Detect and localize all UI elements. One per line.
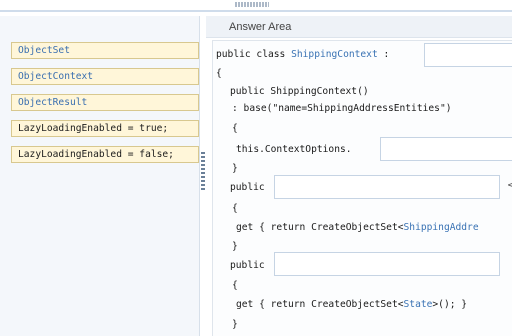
code-line-base-call: : base("name=ShippingAddressEntities"): [232, 103, 452, 115]
dropzone-property-type-2[interactable]: [274, 252, 500, 276]
code-text: ): [445, 103, 452, 114]
code-type: ShippingContext: [291, 49, 378, 60]
code-line-constructor: public ShippingContext(): [230, 86, 369, 97]
code-text: public class: [216, 49, 292, 60]
code-text: :: [377, 49, 390, 60]
code-editor: public class ShippingContext : { public …: [212, 40, 512, 336]
code-line-public-1: public: [230, 182, 265, 193]
code-text: get { return CreateObjectSet<: [236, 299, 404, 310]
dropzone-context-options[interactable]: [380, 137, 512, 161]
answer-area-title: Answer Area: [206, 16, 512, 38]
panel-splitter-grip[interactable]: [201, 152, 205, 190]
code-string: "name=ShippingAddressEntities": [272, 103, 446, 114]
option-objectresult[interactable]: ObjectResult: [11, 94, 199, 111]
code-type: ShippingAddre: [403, 222, 479, 233]
dropzone-property-type-1[interactable]: [274, 175, 500, 199]
option-lazyloading-false[interactable]: LazyLoadingEnabled = false;: [11, 146, 199, 163]
code-line: {: [216, 68, 222, 79]
top-resize-grip[interactable]: [235, 2, 269, 7]
top-divider: [0, 10, 512, 12]
code-text: get { return CreateObjectSet<: [236, 222, 404, 233]
property-name-arrow: <: [507, 180, 512, 191]
code-line: }: [232, 163, 238, 174]
answer-area: Answer Area public class ShippingContext…: [206, 16, 512, 336]
option-objectset[interactable]: ObjectSet: [11, 42, 199, 59]
code-line-getter-2: get { return CreateObjectSet<State>(); }: [236, 299, 467, 311]
dropzone-base-class[interactable]: [424, 43, 512, 67]
code-type: State: [403, 299, 433, 310]
code-line: {: [232, 203, 238, 214]
code-line: {: [232, 123, 238, 134]
code-line-public-2: public: [230, 260, 265, 271]
option-objectcontext[interactable]: ObjectContext: [11, 68, 199, 85]
code-text: >(); }: [432, 299, 468, 310]
code-line-context-options: this.ContextOptions.: [236, 144, 352, 155]
code-text: : base(: [232, 103, 273, 114]
code-line: {: [232, 280, 238, 291]
code-line: }: [232, 241, 238, 252]
options-panel: ObjectSet ObjectContext ObjectResult Laz…: [0, 16, 200, 336]
code-line-getter-1: get { return CreateObjectSet<ShippingAdd…: [236, 222, 479, 234]
option-lazyloading-true[interactable]: LazyLoadingEnabled = true;: [11, 120, 199, 137]
code-line-class-decl: public class ShippingContext :: [216, 49, 389, 61]
code-line: }: [232, 319, 238, 330]
